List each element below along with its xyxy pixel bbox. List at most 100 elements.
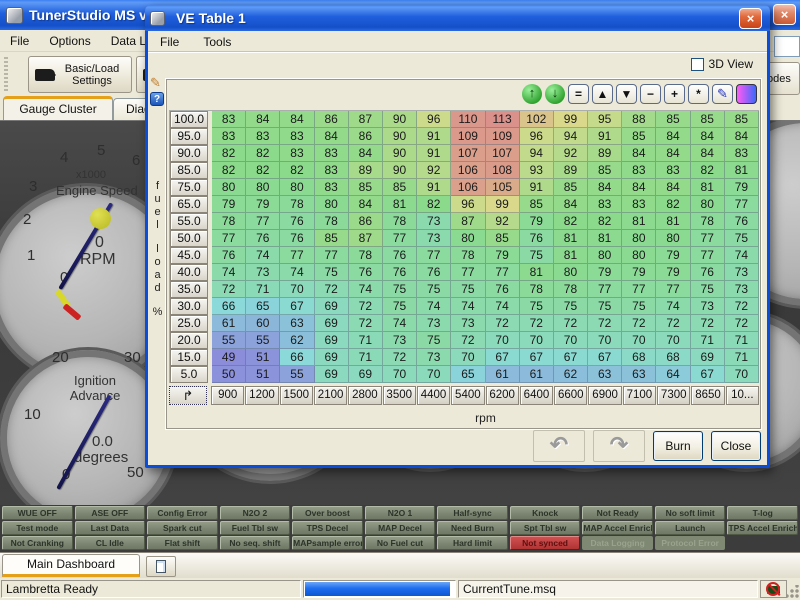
ve-cell[interactable]: 73: [725, 264, 759, 281]
ve-cell[interactable]: 73: [246, 264, 280, 281]
ve-cell[interactable]: 84: [280, 111, 314, 128]
ve-cell[interactable]: 84: [554, 196, 588, 213]
ve-cell[interactable]: 50: [212, 366, 246, 383]
ve-cell[interactable]: 76: [691, 264, 725, 281]
ve-cell[interactable]: 89: [349, 162, 383, 179]
ve-cell[interactable]: 87: [349, 230, 383, 247]
ve-cell[interactable]: 77: [588, 281, 622, 298]
row-header-button[interactable]: 50.0: [170, 230, 208, 247]
ve-cell[interactable]: 80: [622, 230, 656, 247]
basic-load-settings-button[interactable]: Basic/Load Settings: [28, 56, 132, 93]
ve-cell[interactable]: 72: [520, 315, 554, 332]
ve-cell[interactable]: 72: [486, 315, 520, 332]
ve-cell[interactable]: 70: [383, 366, 417, 383]
ve-cell[interactable]: 76: [486, 281, 520, 298]
ve-cell[interactable]: 55: [246, 332, 280, 349]
ve-cell[interactable]: 67: [486, 349, 520, 366]
help-icon[interactable]: ?: [150, 92, 164, 106]
ve-cell[interactable]: 73: [383, 332, 417, 349]
ve-cell[interactable]: 55: [212, 332, 246, 349]
ve-cell[interactable]: 74: [725, 247, 759, 264]
ve-cell[interactable]: 108: [486, 162, 520, 179]
column-header-button[interactable]: 5400: [451, 386, 484, 405]
ve-cell[interactable]: 75: [315, 264, 349, 281]
ve-cell[interactable]: 82: [212, 162, 246, 179]
ve-cell[interactable]: 96: [417, 111, 451, 128]
ve-cell[interactable]: 67: [588, 349, 622, 366]
column-header-button[interactable]: 6200: [486, 386, 519, 405]
ve-cell[interactable]: 65: [451, 366, 485, 383]
ve-cell[interactable]: 89: [588, 145, 622, 162]
plus-icon[interactable]: +: [664, 84, 685, 104]
ve-cell[interactable]: 81: [554, 230, 588, 247]
multiply-icon[interactable]: *: [688, 84, 709, 104]
ve-cell[interactable]: 92: [417, 162, 451, 179]
ve-cell[interactable]: 67: [520, 349, 554, 366]
dialog-menu-tools[interactable]: Tools: [191, 31, 243, 52]
ve-cell[interactable]: 70: [451, 349, 485, 366]
ve-cell[interactable]: 82: [554, 213, 588, 230]
column-header-button[interactable]: 2100: [314, 386, 347, 405]
ve-cell[interactable]: 72: [691, 315, 725, 332]
ve-cell[interactable]: 79: [246, 196, 280, 213]
row-header-button[interactable]: 35.0: [170, 281, 208, 298]
increase-step-icon[interactable]: ▲: [592, 84, 613, 104]
ve-cell[interactable]: 68: [656, 349, 690, 366]
ve-cell[interactable]: 89: [554, 162, 588, 179]
ve-cell[interactable]: 107: [486, 145, 520, 162]
ve-cell[interactable]: 79: [656, 264, 690, 281]
ve-cell[interactable]: 72: [315, 281, 349, 298]
ve-cell[interactable]: 72: [451, 332, 485, 349]
ve-cell[interactable]: 81: [656, 213, 690, 230]
dialog-menu-file[interactable]: File: [148, 31, 191, 52]
ve-cell[interactable]: 91: [588, 128, 622, 145]
ve-cell[interactable]: 75: [725, 230, 759, 247]
ve-cell[interactable]: 88: [622, 111, 656, 128]
ve-cell[interactable]: 84: [691, 145, 725, 162]
menu-file[interactable]: File: [0, 31, 39, 51]
ve-cell[interactable]: 67: [554, 349, 588, 366]
ve-cell[interactable]: 84: [622, 179, 656, 196]
row-header-button[interactable]: 90.0: [170, 145, 208, 162]
minus-icon[interactable]: −: [640, 84, 661, 104]
undo-button[interactable]: ↶: [533, 430, 585, 462]
ve-cell[interactable]: 66: [280, 349, 314, 366]
ve-cell[interactable]: 76: [383, 247, 417, 264]
ve-cell[interactable]: 79: [656, 247, 690, 264]
ve-cell[interactable]: 93: [520, 162, 554, 179]
ve-cell[interactable]: 71: [349, 349, 383, 366]
ve-cell[interactable]: 79: [725, 179, 759, 196]
ve-cell[interactable]: 90: [383, 128, 417, 145]
ve-cell[interactable]: 91: [417, 128, 451, 145]
ve-cell[interactable]: 70: [417, 366, 451, 383]
ve-cell[interactable]: 92: [554, 145, 588, 162]
ve-cell[interactable]: 60: [246, 315, 280, 332]
ve-cell[interactable]: 75: [383, 298, 417, 315]
ve-cell[interactable]: 109: [486, 128, 520, 145]
ve-cell[interactable]: 72: [725, 315, 759, 332]
ve-cell[interactable]: 69: [691, 349, 725, 366]
ve-cell[interactable]: 84: [349, 145, 383, 162]
partial-combo-box[interactable]: [774, 36, 800, 57]
ve-cell[interactable]: 69: [315, 332, 349, 349]
ve-cell[interactable]: 78: [280, 196, 314, 213]
ve-cell[interactable]: 78: [383, 213, 417, 230]
ve-cell[interactable]: 83: [725, 145, 759, 162]
ve-cell[interactable]: 73: [691, 298, 725, 315]
ve-cell[interactable]: 74: [486, 298, 520, 315]
ve-cell[interactable]: 72: [725, 298, 759, 315]
toolbar-grip[interactable]: [4, 57, 8, 91]
ve-cell[interactable]: 70: [622, 332, 656, 349]
ve-cell[interactable]: 61: [486, 366, 520, 383]
ve-cell[interactable]: 80: [622, 247, 656, 264]
decrease-step-icon[interactable]: ▼: [616, 84, 637, 104]
ve-cell[interactable]: 77: [212, 230, 246, 247]
ve-cell[interactable]: 90: [383, 162, 417, 179]
ve-cell[interactable]: 94: [554, 128, 588, 145]
ve-cell[interactable]: 80: [451, 230, 485, 247]
ve-cell[interactable]: 96: [451, 196, 485, 213]
redo-button[interactable]: ↷: [593, 430, 645, 462]
ve-cell[interactable]: 91: [417, 179, 451, 196]
ve-cell[interactable]: 83: [588, 196, 622, 213]
ve-cell[interactable]: 81: [725, 162, 759, 179]
